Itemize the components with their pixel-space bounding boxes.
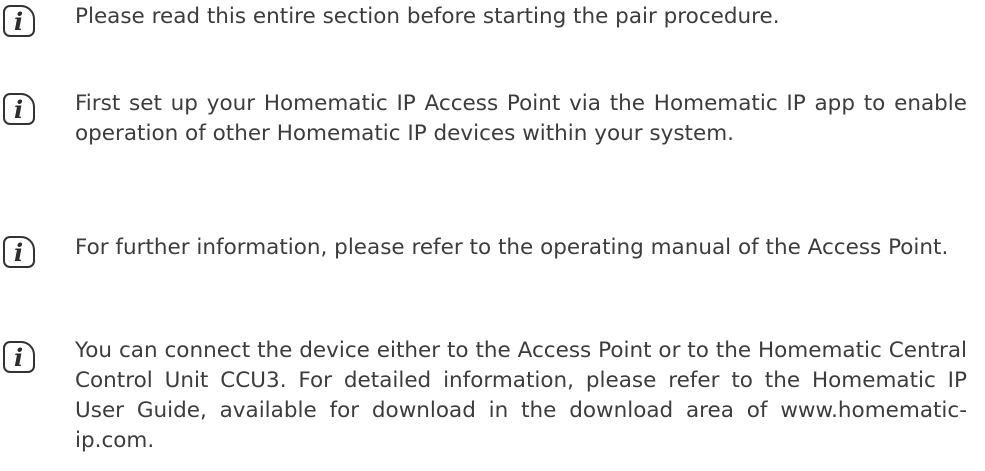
info-note-text: First set up your Homematic IP Access Po… (75, 91, 967, 146)
info-icon-glyph: i (13, 94, 24, 124)
info-note-text: You can connect the device either to the… (75, 338, 967, 453)
info-icon-glyph: i (13, 237, 24, 267)
info-icon: i (3, 341, 35, 373)
info-note-text: Please read this entire section before s… (75, 4, 780, 29)
info-icon: i (3, 5, 35, 37)
info-note-text: For further information, please refer to… (75, 235, 949, 260)
info-icon-glyph: i (13, 6, 24, 36)
info-icon: i (3, 236, 35, 268)
info-icon-glyph: i (13, 342, 24, 372)
info-icon: i (3, 93, 35, 125)
